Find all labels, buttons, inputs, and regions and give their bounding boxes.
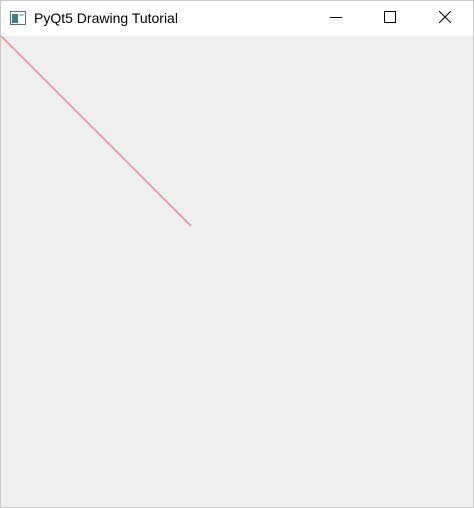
window-title: PyQt5 Drawing Tutorial [34,10,178,26]
drawn-line [1,36,192,227]
close-icon [438,10,452,28]
minimize-icon [330,10,342,28]
app-window: PyQt5 Drawing Tutorial [0,0,474,508]
title-bar[interactable]: PyQt5 Drawing Tutorial [1,1,473,36]
close-button[interactable] [422,1,468,36]
drawing-canvas[interactable] [1,36,473,507]
drawing-surface [1,36,192,227]
maximize-button[interactable] [367,1,413,36]
minimize-button[interactable] [313,1,359,36]
app-window-icon [10,11,26,25]
maximize-icon [384,10,396,28]
